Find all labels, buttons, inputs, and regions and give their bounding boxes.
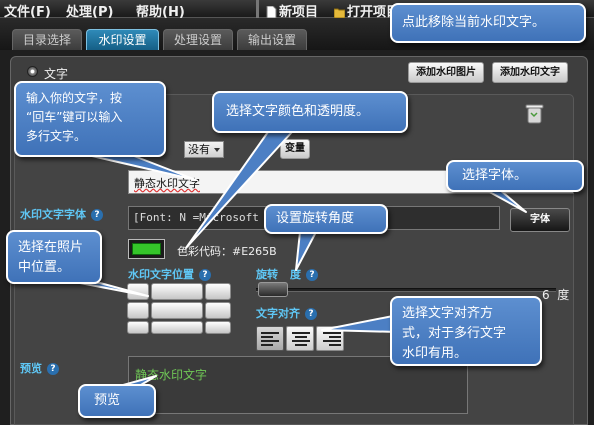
variable-dropdown[interactable]: 没有	[184, 141, 224, 158]
tab-directory[interactable]: 目录选择	[12, 29, 82, 50]
insert-variable-button[interactable]: 变量	[280, 139, 310, 159]
callout-rotation: 设置旋转角度	[264, 204, 388, 234]
add-image-watermark-button[interactable]: 添加水印图片	[408, 62, 484, 83]
preview-text: 静态水印文字	[135, 368, 208, 382]
rotation-label-a: 旋转	[256, 268, 278, 281]
callout-enter-text: 输入你的文字，按 “回车”键可以输入 多行文字。	[14, 81, 166, 157]
position-label-text: 水印文字位置	[128, 268, 194, 281]
position-middle-left[interactable]	[127, 302, 149, 319]
callout-photo-position: 选择在照片 中位置。	[6, 230, 102, 284]
position-top-center[interactable]	[151, 283, 203, 300]
variable-dropdown-value: 没有	[188, 143, 210, 156]
tab-output[interactable]: 输出设置	[237, 29, 307, 50]
help-icon[interactable]: ?	[306, 269, 318, 281]
trash-icon[interactable]	[524, 103, 545, 125]
callout-preview: 预览	[78, 384, 156, 418]
font-section-label: 水印文字字体?	[20, 206, 103, 222]
position-top-right[interactable]	[205, 283, 231, 300]
add-text-watermark-button[interactable]: 添加水印文字	[492, 62, 568, 83]
color-swatch[interactable]	[128, 239, 165, 259]
callout-alignment: 选择文字对齐方 式，对于多行文字 水印有用。	[390, 296, 542, 366]
help-icon[interactable]: ?	[305, 308, 317, 320]
alignment-label: 文字对齐?	[256, 305, 317, 321]
alignment-label-text: 文字对齐	[256, 307, 300, 320]
align-right-button[interactable]	[316, 326, 344, 351]
callout-choose-font: 选择字体。	[446, 160, 584, 192]
align-center-button[interactable]	[286, 326, 314, 351]
help-icon[interactable]: ?	[91, 209, 103, 221]
font-section-label-text: 水印文字字体	[20, 208, 86, 221]
callout-remove-text: 点此移除当前水印文字。	[390, 3, 586, 43]
align-left-button[interactable]	[256, 326, 284, 351]
rotation-value: 6 度	[542, 286, 569, 303]
help-icon[interactable]: ?	[47, 363, 59, 375]
position-top-left[interactable]	[127, 283, 149, 300]
open-folder-icon	[334, 8, 345, 18]
new-file-icon	[266, 6, 277, 18]
callout-color-alpha: 选择文字颜色和透明度。	[212, 91, 408, 133]
position-bottom-center[interactable]	[151, 321, 203, 334]
help-icon[interactable]: ?	[199, 269, 211, 281]
position-middle-right[interactable]	[205, 302, 231, 319]
preview-label-text: 预览	[20, 362, 42, 375]
position-grid	[127, 283, 231, 334]
watermark-text-value: 静态水印文字	[134, 177, 200, 190]
position-center[interactable]	[151, 302, 203, 319]
chevron-down-icon	[214, 148, 220, 152]
text-radio[interactable]	[27, 66, 38, 77]
position-label: 水印文字位置?	[128, 266, 211, 282]
position-bottom-right[interactable]	[205, 321, 231, 334]
tab-watermark[interactable]: 水印设置	[86, 29, 159, 50]
rotation-label: 旋转度?	[256, 266, 318, 282]
color-code-label: 色彩代码：#E265B	[177, 245, 277, 258]
rotation-value-number: 6	[542, 288, 550, 302]
rotation-slider-thumb[interactable]	[258, 282, 288, 297]
text-radio-label: 文字	[44, 67, 69, 81]
color-swatch-fill	[132, 243, 161, 255]
menubar-divider	[256, 0, 259, 18]
choose-font-button[interactable]: 字体	[510, 208, 570, 232]
preview-label: 预览?	[20, 360, 59, 376]
rotation-value-unit: 度	[557, 288, 570, 302]
rotation-label-b: 度	[290, 268, 301, 281]
position-bottom-left[interactable]	[127, 321, 149, 334]
tab-processing[interactable]: 处理设置	[163, 29, 233, 50]
rotation-slider-track[interactable]	[256, 288, 556, 292]
